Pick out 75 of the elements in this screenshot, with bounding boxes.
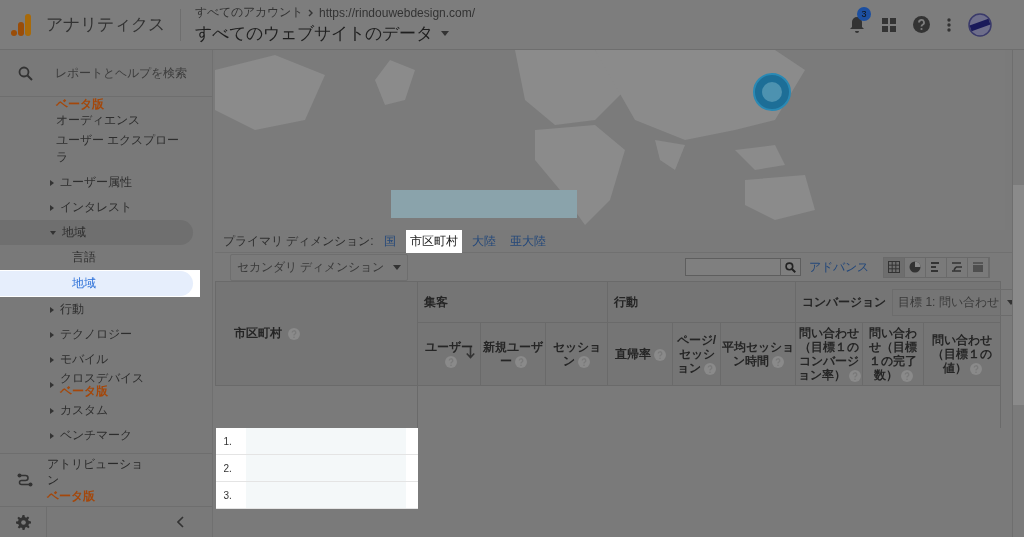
search-icon xyxy=(785,261,796,273)
more-icon[interactable] xyxy=(947,17,951,32)
product-name: アナリティクス xyxy=(46,14,165,36)
logo-icon xyxy=(10,12,32,37)
item-label: ベンチマーク xyxy=(60,427,132,444)
caret-icon xyxy=(441,31,449,36)
sidebar-item[interactable]: オーディエンス xyxy=(0,110,193,130)
caret-icon xyxy=(393,264,402,270)
account-url[interactable]: https://rindouwebdesign.com/ xyxy=(319,5,476,20)
column-group-header: コンバージョン xyxy=(802,293,887,311)
beta-label: ベータ版 xyxy=(56,98,104,110)
sidebar-item[interactable]: インタレスト xyxy=(0,195,193,220)
dimension-tab[interactable]: 国 xyxy=(379,229,400,253)
chevron-icon xyxy=(308,8,314,17)
beta-label: ベータ版 xyxy=(47,488,95,504)
sidebar-item[interactable]: 地域 xyxy=(0,271,193,296)
sidebar-item[interactable]: モバイル xyxy=(0,347,193,372)
column-group-header: 集客 xyxy=(424,293,448,311)
dimension-tab[interactable]: 市区町村 xyxy=(405,229,462,253)
avatar-icon[interactable] xyxy=(968,12,992,37)
column-header[interactable]: ユーザー xyxy=(417,322,481,386)
sidebar-item[interactable]: アトリビューション ベータ版 xyxy=(47,456,147,504)
dimension-tab[interactable]: 亜大陸 xyxy=(505,229,550,253)
bell-icon[interactable] xyxy=(849,15,865,34)
item-label: 地域 xyxy=(62,224,86,241)
settings-icon[interactable] xyxy=(15,514,31,530)
column-header[interactable]: 平均セッション時間 xyxy=(720,322,796,386)
sidebar-item[interactable]: ベンチマーク xyxy=(0,423,193,448)
sidebar-item[interactable]: 言語 xyxy=(0,245,193,270)
item-label: アトリビューション xyxy=(47,456,144,488)
scrollbar[interactable] xyxy=(1012,50,1024,537)
column-header[interactable]: セッション xyxy=(545,322,608,386)
collapse-icon[interactable] xyxy=(177,516,184,528)
notification-badge: 3 xyxy=(857,6,871,21)
sidebar-item[interactable]: ユーザー属性 xyxy=(0,170,193,195)
column-header[interactable]: ページ/セッション xyxy=(672,322,721,386)
column-header[interactable]: 問い合わせ（目標１の完了数） xyxy=(862,322,924,386)
item-label: カスタム xyxy=(60,402,108,419)
sidebar-item[interactable]: カスタム xyxy=(0,398,193,423)
advanced-link[interactable]: アドバンス xyxy=(809,258,869,276)
table-view-icon xyxy=(888,261,900,273)
item-label: 行動 xyxy=(60,301,84,318)
column-header[interactable]: 問い合わせ（目標１のコンバージョン率） xyxy=(795,322,863,386)
sort-arrow-icon[interactable] xyxy=(466,347,475,359)
column-header[interactable]: 市区町村 xyxy=(215,281,418,386)
item-label: モバイル xyxy=(60,351,108,368)
view-name: すべてのウェブサイトのデータ xyxy=(195,23,433,45)
beta-label: ベータ版 xyxy=(60,385,108,398)
attribution-icon xyxy=(17,473,33,487)
dimension-tab[interactable]: 大陸 xyxy=(467,229,500,253)
item-label: ユーザー属性 xyxy=(60,174,132,191)
apps-grid-icon[interactable] xyxy=(882,17,896,32)
caret-icon xyxy=(1006,299,1012,305)
view-mode-button[interactable] xyxy=(884,257,905,277)
dimension-label: プライマリ ディメンション: xyxy=(223,232,374,250)
compare-view-icon xyxy=(951,261,963,273)
sidebar-item[interactable]: 地域 xyxy=(0,220,193,245)
view-selector[interactable]: すべてのウェブサイトのデータ xyxy=(195,22,476,45)
row-number: 1. xyxy=(222,434,233,449)
pivot-view-icon xyxy=(972,261,984,273)
column-header[interactable]: 新規ユーザー xyxy=(480,322,546,386)
breadcrumb-link[interactable]: すべてのアカウント xyxy=(195,4,303,21)
help-icon[interactable] xyxy=(913,16,930,33)
column-group-header: 行動 xyxy=(614,293,639,311)
search-icon xyxy=(18,65,33,81)
row-number: 2. xyxy=(222,461,233,476)
bars-view-icon xyxy=(930,261,942,273)
item-label: インタレスト xyxy=(60,199,132,216)
sidebar-item[interactable]: 行動 xyxy=(0,297,193,322)
column-header[interactable]: 問い合わせ（目標１の値） xyxy=(923,322,1001,386)
pie-view-icon xyxy=(909,261,921,273)
row-number: 3. xyxy=(222,488,233,503)
table-search-field[interactable] xyxy=(685,258,801,276)
column-header[interactable]: 直帰率 xyxy=(607,322,673,386)
help-icon[interactable] xyxy=(848,369,861,382)
